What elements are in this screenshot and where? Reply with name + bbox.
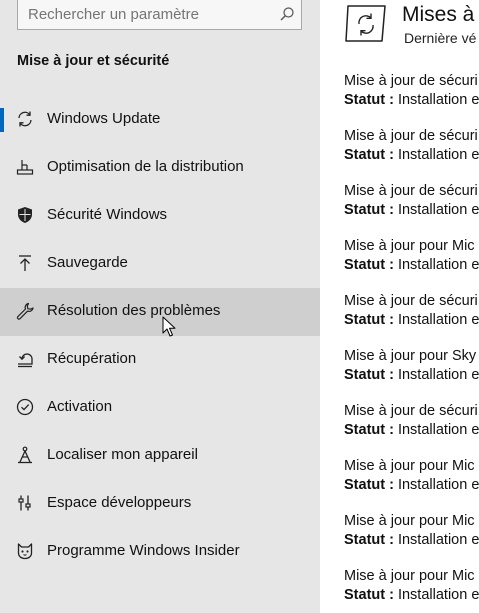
main-panel: Mises à j Dernière vé Mise à jour de séc… bbox=[320, 0, 479, 613]
status-label: Statut : bbox=[344, 367, 394, 383]
sync-icon bbox=[18, 111, 32, 127]
developer-icon bbox=[18, 495, 31, 511]
status-value: Installation e bbox=[397, 202, 479, 218]
update-list-item[interactable]: Mise à jour pour Mic Statut : Installati… bbox=[344, 567, 479, 605]
backup-icon bbox=[19, 255, 31, 271]
update-status: Statut : Installation e bbox=[344, 200, 479, 220]
status-label: Statut : bbox=[344, 477, 394, 493]
update-list-item[interactable]: Mise à jour de sécuri Statut : Installat… bbox=[344, 182, 479, 220]
sidebar-item-activation[interactable]: Activation bbox=[0, 384, 320, 432]
sidebar-item-label: Localiser mon appareil bbox=[47, 446, 198, 463]
update-status: Statut : Installation e bbox=[344, 255, 479, 275]
find-device-icon bbox=[18, 446, 32, 464]
sidebar-item-troubleshoot[interactable]: Résolution des problèmes bbox=[0, 288, 320, 336]
sidebar-item-label: Résolution des problèmes bbox=[47, 302, 221, 319]
update-status: Statut : Installation e bbox=[344, 530, 479, 550]
update-list-item[interactable]: Mise à jour de sécuri Statut : Installat… bbox=[344, 292, 479, 330]
update-name[interactable]: Mise à jour de sécuri bbox=[344, 127, 479, 145]
active-indicator bbox=[0, 108, 4, 132]
update-status: Statut : Installation e bbox=[344, 145, 479, 165]
status-label: Statut : bbox=[344, 202, 394, 218]
sidebar-item-label: Programme Windows Insider bbox=[47, 542, 240, 559]
status-value: Installation e bbox=[397, 312, 479, 328]
update-name[interactable]: Mise à jour pour Sky bbox=[344, 347, 479, 365]
update-name[interactable]: Mise à jour pour Mic bbox=[344, 567, 479, 585]
status-value: Installation e bbox=[397, 532, 479, 548]
sidebar-item-windows-security[interactable]: Sécurité Windows bbox=[0, 192, 320, 240]
insider-cat-icon bbox=[17, 543, 33, 560]
wrench-icon bbox=[16, 302, 34, 320]
status-label: Statut : bbox=[344, 587, 394, 603]
update-status: Statut : Installation e bbox=[344, 310, 479, 330]
sidebar-item-find-my-device[interactable]: Localiser mon appareil bbox=[0, 432, 320, 480]
sidebar-item-label: Espace développeurs bbox=[47, 494, 192, 511]
update-name[interactable]: Mise à jour pour Mic bbox=[344, 457, 479, 475]
mouse-cursor-icon bbox=[162, 316, 176, 337]
search-box[interactable] bbox=[17, 0, 302, 30]
update-list-item[interactable]: Mise à jour de sécuri Statut : Installat… bbox=[344, 127, 479, 165]
sidebar-item-backup[interactable]: Sauvegarde bbox=[0, 240, 320, 288]
status-label: Statut : bbox=[344, 312, 394, 328]
sidebar: Mise à jour et sécurité Windows Update O… bbox=[0, 0, 320, 613]
delivery-icon bbox=[16, 160, 34, 175]
update-list-item[interactable]: Mise à jour pour Sky Statut : Installati… bbox=[344, 347, 479, 385]
update-list-item[interactable]: Mise à jour pour Mic Statut : Installati… bbox=[344, 237, 479, 275]
sidebar-item-label: Récupération bbox=[47, 350, 137, 367]
update-name[interactable]: Mise à jour de sécuri bbox=[344, 182, 479, 200]
status-value: Installation e bbox=[397, 367, 479, 383]
status-value: Installation e bbox=[397, 477, 479, 493]
status-label: Statut : bbox=[344, 147, 394, 163]
update-list-item[interactable]: Mise à jour de sécuri Statut : Installat… bbox=[344, 72, 479, 110]
search-icon[interactable] bbox=[279, 6, 295, 22]
page-title: Mises à j bbox=[402, 3, 479, 26]
status-value: Installation e bbox=[397, 587, 479, 603]
update-list-item[interactable]: Mise à jour pour Mic Statut : Installati… bbox=[344, 457, 479, 495]
update-name[interactable]: Mise à jour pour Mic bbox=[344, 237, 479, 255]
status-value: Installation e bbox=[397, 92, 479, 108]
update-status: Statut : Installation e bbox=[344, 365, 479, 385]
sidebar-item-label: Windows Update bbox=[47, 110, 161, 127]
sidebar-item-delivery-optimization[interactable]: Optimisation de la distribution bbox=[0, 144, 320, 192]
update-name[interactable]: Mise à jour de sécuri bbox=[344, 292, 479, 310]
update-status: Statut : Installation e bbox=[344, 475, 479, 495]
update-name[interactable]: Mise à jour de sécuri bbox=[344, 72, 479, 90]
update-history-icon bbox=[345, 5, 386, 42]
status-label: Statut : bbox=[344, 257, 394, 273]
sidebar-item-windows-update[interactable]: Windows Update bbox=[0, 96, 320, 144]
sidebar-item-for-developers[interactable]: Espace développeurs bbox=[0, 480, 320, 528]
status-label: Statut : bbox=[344, 92, 394, 108]
check-circle-icon bbox=[16, 398, 34, 416]
sidebar-item-label: Activation bbox=[47, 398, 113, 415]
update-list-item[interactable]: Mise à jour pour Mic Statut : Installati… bbox=[344, 512, 479, 550]
status-value: Installation e bbox=[397, 257, 479, 273]
sidebar-item-label: Sauvegarde bbox=[47, 254, 128, 271]
sidebar-item-label: Sécurité Windows bbox=[47, 206, 168, 223]
update-status: Statut : Installation e bbox=[344, 420, 479, 440]
status-value: Installation e bbox=[397, 422, 479, 438]
update-name[interactable]: Mise à jour de sécuri bbox=[344, 402, 479, 420]
update-status: Statut : Installation e bbox=[344, 585, 479, 605]
sidebar-item-windows-insider[interactable]: Programme Windows Insider bbox=[0, 528, 320, 576]
search-input[interactable] bbox=[28, 6, 268, 23]
shield-icon bbox=[18, 207, 32, 223]
page-subtitle: Dernière vé bbox=[404, 30, 477, 46]
update-name[interactable]: Mise à jour pour Mic bbox=[344, 512, 479, 530]
sidebar-item-label: Optimisation de la distribution bbox=[47, 158, 244, 175]
recovery-icon bbox=[18, 353, 33, 368]
status-label: Statut : bbox=[344, 422, 394, 438]
section-title: Mise à jour et sécurité bbox=[17, 53, 170, 69]
status-value: Installation e bbox=[397, 147, 479, 163]
status-label: Statut : bbox=[344, 532, 394, 548]
update-status: Statut : Installation e bbox=[344, 90, 479, 110]
sidebar-item-recovery[interactable]: Récupération bbox=[0, 336, 320, 384]
update-list-item[interactable]: Mise à jour de sécuri Statut : Installat… bbox=[344, 402, 479, 440]
